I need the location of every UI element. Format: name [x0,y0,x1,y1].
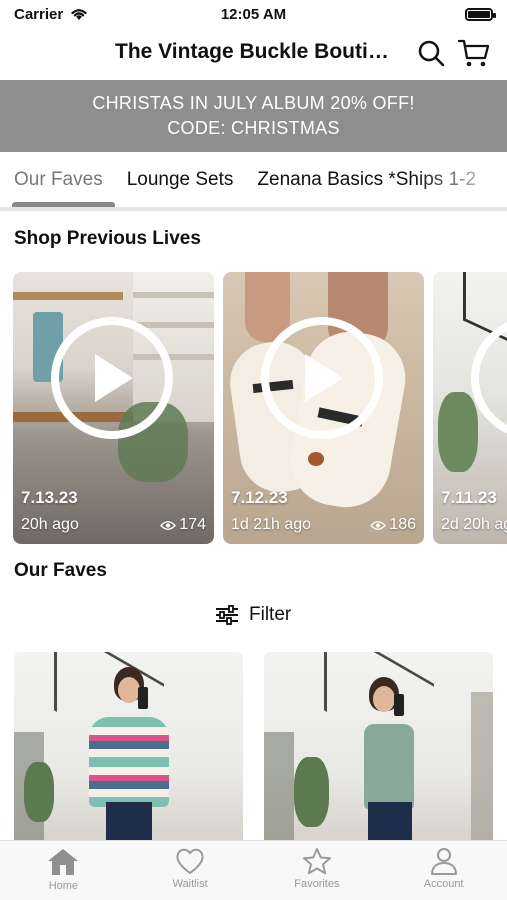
live-view-count: 186 [370,516,416,534]
lives-carousel[interactable]: 7.13.23 20h ago 174 7.12.23 1d 21h ago 1… [0,272,507,544]
search-icon [418,40,445,67]
play-button[interactable] [261,317,383,439]
live-card[interactable]: 7.13.23 20h ago 174 [13,272,214,544]
product-card[interactable] [264,652,493,842]
carrier-label: Carrier [14,5,64,23]
tab-zenana-basics[interactable]: Zenana Basics *Ships 1-2 [245,152,488,208]
nav-favorites[interactable]: Favorites [254,841,381,900]
battery-icon [465,7,496,21]
lives-section-title: Shop Previous Lives [14,228,201,249]
tabs-divider [0,207,507,211]
nav-home[interactable]: Home [0,841,127,900]
home-icon [48,849,79,875]
nav-account-label: Account [423,878,464,890]
nav-waitlist[interactable]: Waitlist [127,841,254,900]
nav-home-label: Home [48,880,79,892]
filter-label: Filter [249,604,292,625]
product-card[interactable] [14,652,243,842]
promo-line-1: CHRISTAS IN JULY ALBUM 20% OFF! [92,93,415,113]
live-time-ago: 2d 20h ago [441,516,507,533]
category-tabs: Our Faves Lounge Sets Zenana Basics *Shi… [0,152,507,208]
play-button[interactable] [51,317,173,439]
eye-icon [370,520,387,530]
live-time-ago: 20h ago [21,516,79,533]
live-date: 7.13.23 [21,488,78,507]
tab-lounge-sets[interactable]: Lounge Sets [115,152,246,208]
live-view-count: 174 [160,516,206,534]
heart-icon [176,848,204,875]
play-icon [95,354,133,402]
nav-account[interactable]: Account [380,841,507,900]
search-button[interactable] [416,38,446,68]
star-icon [302,848,331,875]
tab-our-faves[interactable]: Our Faves [0,152,115,208]
live-card[interactable]: 7.12.23 1d 21h ago 186 [223,272,424,544]
person-icon [430,848,457,875]
nav-favorites-label: Favorites [294,878,340,890]
clock: 12:05 AM [220,5,287,23]
product-grid [0,652,507,842]
nav-waitlist-label: Waitlist [172,878,208,890]
play-icon [305,354,343,402]
sliders-icon [216,605,238,625]
status-bar: Carrier 12:05 AM [0,0,507,28]
wifi-icon [71,9,87,20]
app-header: The Vintage Buckle Boutique [0,28,507,80]
live-date: 7.12.23 [231,488,288,507]
store-title: The Vintage Buckle Boutique [115,40,400,63]
view-count: 174 [179,516,206,533]
cart-button[interactable] [456,38,492,68]
cart-icon [458,39,490,67]
eye-icon [160,520,177,530]
promo-line-2: CODE: CHRISTMAS [167,118,340,138]
bottom-tab-bar: Home Waitlist Favorites Account [0,840,507,900]
faves-section-title: Our Faves [14,560,107,581]
promo-banner[interactable]: CHRISTAS IN JULY ALBUM 20% OFF! CODE: CH… [0,80,507,152]
view-count: 186 [389,516,416,533]
live-date: 7.11.23 [441,488,497,507]
filter-button[interactable]: Filter [215,604,291,626]
live-card[interactable]: 7.11.23 2d 20h ago [433,272,507,544]
live-time-ago: 1d 21h ago [231,516,312,533]
